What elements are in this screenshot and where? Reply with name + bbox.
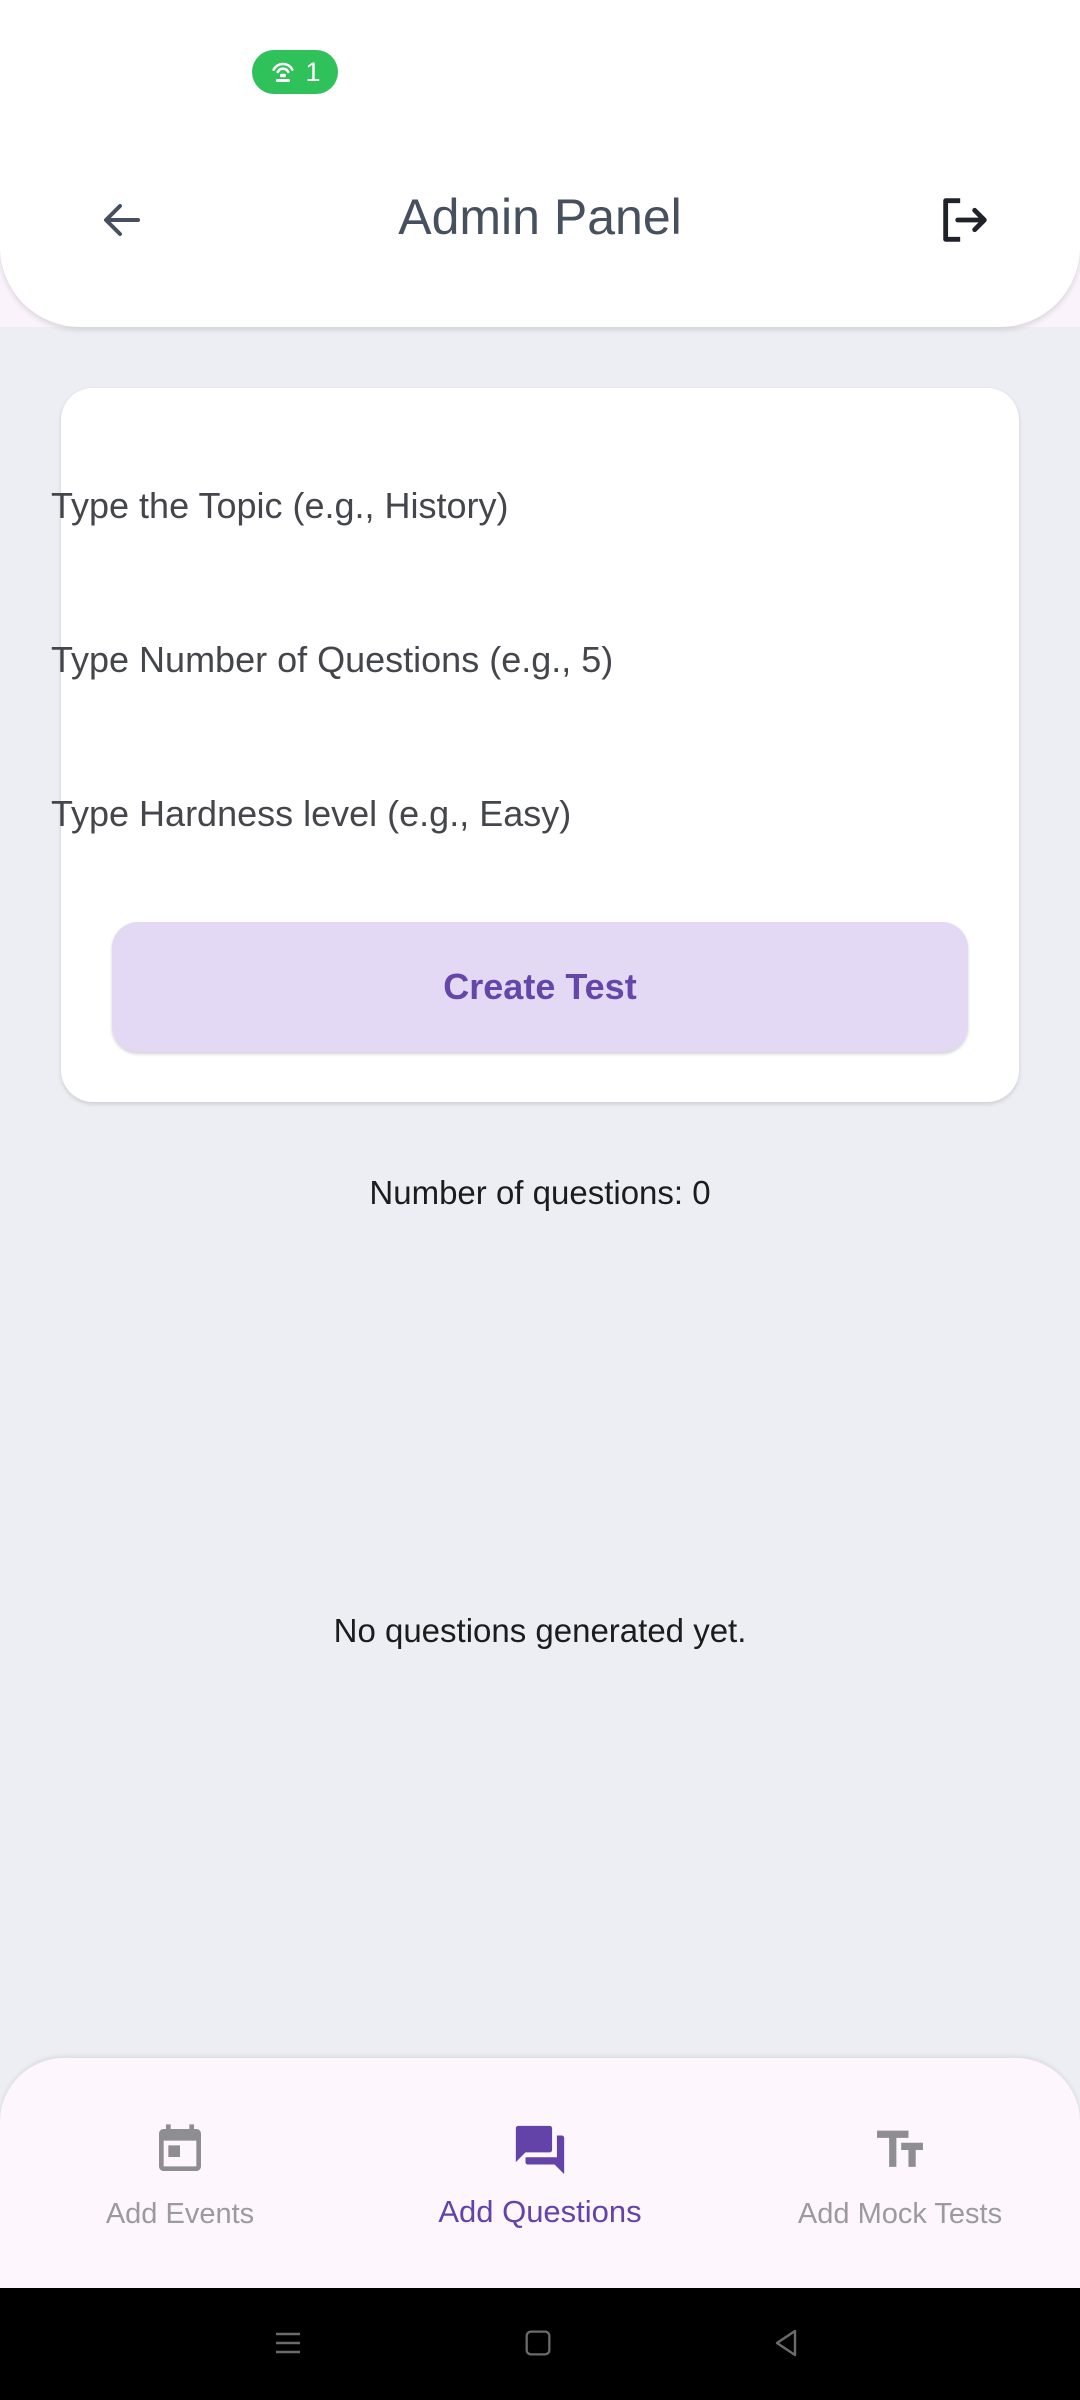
nav-item-add-events[interactable]: Add Events [30, 2120, 330, 2231]
hotspot-icon [272, 62, 295, 83]
topic-input[interactable] [51, 456, 911, 556]
create-test-button[interactable]: Create Test [112, 922, 968, 1052]
square-icon [525, 2330, 551, 2356]
app-bar: 1 Admin Panel [0, 0, 1080, 327]
logout-icon [943, 198, 987, 242]
nav-label-add-questions: Add Questions [438, 2194, 642, 2229]
page-title: Admin Panel [398, 189, 682, 245]
calendar-icon [159, 2124, 201, 2171]
system-back-button[interactable] [756, 2318, 816, 2368]
question-count-text: Number of questions: 0 [369, 1174, 711, 1211]
nav-label-add-events: Add Events [105, 2198, 255, 2230]
hardness-level-input[interactable] [51, 764, 911, 864]
logout-button[interactable] [925, 180, 1005, 260]
recent-apps-button[interactable] [258, 2318, 318, 2368]
nav-label-add-mock-tests: Add Mock Tests [797, 2198, 1003, 2230]
question-count-input[interactable] [51, 610, 911, 710]
text-fields-icon [877, 2130, 923, 2167]
admin-panel-screen: 1 Admin Panel Create Test Number of ques… [0, 0, 1080, 2400]
menu-icon [276, 2332, 300, 2354]
empty-state-text: No questions generated yet. [333, 1612, 747, 1649]
nav-item-add-questions[interactable]: Add Questions [390, 2120, 690, 2230]
triangle-back-icon [775, 2329, 797, 2357]
nav-item-add-mock-tests[interactable]: Add Mock Tests [750, 2120, 1050, 2231]
hotspot-count: 1 [305, 56, 321, 87]
forum-icon [515, 2125, 565, 2175]
hotspot-indicator: 1 [252, 50, 338, 94]
home-button[interactable] [508, 2318, 568, 2368]
